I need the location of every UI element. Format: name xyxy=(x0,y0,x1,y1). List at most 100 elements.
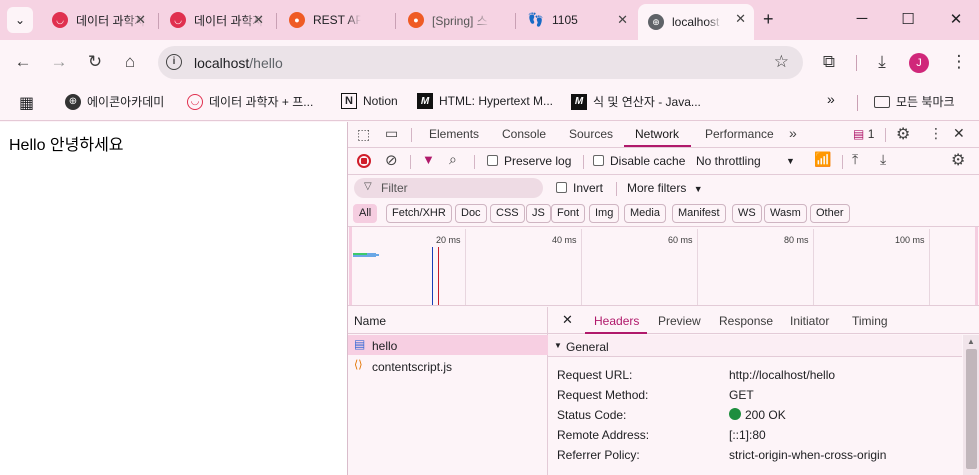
request-detail-panel: ✕ Headers Preview Response Initiator Tim… xyxy=(548,307,979,475)
tab-5[interactable]: 👣 1105 ✕ xyxy=(518,6,636,34)
timeline-overview[interactable]: 20 ms 40 ms 60 ms 80 ms 100 ms xyxy=(348,227,979,306)
tab-4[interactable]: ● [Spring] 스 xyxy=(398,6,510,34)
bookmark-5[interactable]: M 식 및 연산자 - Java... xyxy=(571,93,701,110)
header-key: Referrer Policy: xyxy=(557,448,640,462)
filter-img[interactable]: Img xyxy=(589,204,620,223)
all-bookmarks-folder[interactable]: 모든 북마크 xyxy=(874,93,955,110)
tab-preview[interactable]: Preview xyxy=(658,314,701,328)
tab-timing[interactable]: Timing xyxy=(852,314,888,328)
general-section-header[interactable]: ▼ General xyxy=(548,335,962,357)
more-filters-button[interactable]: More filters ▼ xyxy=(627,181,703,195)
address-bar[interactable]: i localhost/hello ☆ xyxy=(158,46,803,79)
scroll-up-icon[interactable]: ▲ xyxy=(967,337,975,346)
filter-manifest[interactable]: Manifest xyxy=(672,204,726,223)
filter-other[interactable]: Other xyxy=(810,204,850,223)
close-window-icon[interactable]: ✕ xyxy=(946,10,966,28)
extensions-icon[interactable]: ⧉ xyxy=(818,52,840,72)
close-detail-icon[interactable]: ✕ xyxy=(562,312,573,328)
bookmark-1[interactable]: ⊕ 에이콘아카데미 xyxy=(65,93,164,110)
network-settings-icon[interactable]: ⚙ xyxy=(951,150,965,170)
invert-checkbox[interactable]: Invert xyxy=(556,181,603,195)
minimize-icon[interactable]: ─ xyxy=(852,10,872,27)
tab-headers[interactable]: Headers xyxy=(594,314,639,328)
divider xyxy=(616,182,617,196)
back-icon[interactable]: ← xyxy=(12,52,34,72)
filter-toggle-icon[interactable]: ▼ xyxy=(422,152,435,167)
grid-line xyxy=(813,229,814,305)
inspect-element-icon[interactable]: ⬚ xyxy=(357,126,370,143)
filter-css[interactable]: CSS xyxy=(490,204,525,223)
scrollbar-thumb[interactable] xyxy=(966,349,977,469)
tab-performance[interactable]: Performance xyxy=(705,127,774,141)
clear-icon[interactable]: ⊘ xyxy=(385,151,398,169)
export-har-icon[interactable]: ⤓ xyxy=(880,151,886,168)
filter-doc[interactable]: Doc xyxy=(455,204,487,223)
preserve-log-checkbox[interactable]: Preserve log xyxy=(487,154,571,168)
tab-search-button[interactable]: ⌄ xyxy=(7,7,33,33)
tab-separator xyxy=(515,13,516,29)
filter-font[interactable]: Font xyxy=(551,204,586,223)
bookmark-4[interactable]: M HTML: Hypertext M... xyxy=(417,93,553,109)
name-column-header[interactable]: Name xyxy=(348,307,548,334)
filter-input[interactable]: ▽ Filter xyxy=(354,178,543,198)
disable-cache-checkbox[interactable]: Disable cache xyxy=(593,154,685,168)
filter-wasm[interactable]: Wasm xyxy=(764,204,807,223)
tab-2[interactable]: ◡ 데이터 과학자 + 프 ✕ xyxy=(160,6,272,34)
more-bookmarks-icon[interactable]: » xyxy=(827,91,835,107)
filter-media[interactable]: Media xyxy=(624,204,666,223)
close-icon[interactable]: ✕ xyxy=(135,12,146,28)
header-value: strict-origin-when-cross-origin xyxy=(729,448,887,462)
import-har-icon[interactable]: ⤒ xyxy=(852,151,858,168)
bookmark-3[interactable]: N Notion xyxy=(341,93,398,109)
filter-ws[interactable]: WS xyxy=(732,204,762,223)
close-icon[interactable]: ✕ xyxy=(253,12,264,28)
download-icon[interactable]: ⤓ xyxy=(871,52,893,72)
settings-icon[interactable]: ⚙ xyxy=(896,124,910,144)
apps-icon[interactable]: ▦ xyxy=(19,93,34,113)
tab-1[interactable]: ◡ 데이터 과학자 + 프 ✕ xyxy=(42,6,154,34)
close-icon[interactable]: ✕ xyxy=(617,12,628,28)
filter-all[interactable]: All xyxy=(353,204,378,223)
site-info-icon[interactable]: i xyxy=(166,54,182,70)
bookmark-star-icon[interactable]: ☆ xyxy=(774,52,789,72)
tab-console[interactable]: Console xyxy=(502,127,546,141)
close-devtools-icon[interactable]: ✕ xyxy=(953,125,965,142)
avatar[interactable]: J xyxy=(909,53,929,73)
request-row-hello[interactable]: ▤ hello xyxy=(348,335,548,355)
more-tabs-icon[interactable]: » xyxy=(789,125,797,141)
throttling-select[interactable]: No throttling ▼ xyxy=(696,154,796,168)
maximize-icon[interactable]: ☐ xyxy=(898,10,918,28)
forward-icon[interactable]: → xyxy=(48,52,70,72)
tab-response[interactable]: Response xyxy=(719,314,773,328)
header-value: GET xyxy=(729,388,754,402)
search-icon[interactable]: ⌕ xyxy=(449,151,457,168)
triangle-down-icon: ▼ xyxy=(554,341,562,350)
new-tab-button[interactable]: + xyxy=(763,9,774,30)
filter-fetch-xhr[interactable]: Fetch/XHR xyxy=(386,204,452,223)
scrollbar-track[interactable]: ▲ xyxy=(963,335,979,475)
close-icon[interactable]: ✕ xyxy=(735,11,746,27)
url-text[interactable]: localhost/hello xyxy=(194,55,283,71)
request-row-contentscript[interactable]: ⟨⟩ contentscript.js xyxy=(348,356,548,376)
home-icon[interactable]: ⌂ xyxy=(119,52,141,72)
tab-active[interactable]: ⊕ localhost ✕ xyxy=(638,4,754,40)
network-conditions-icon[interactable]: 📶 xyxy=(814,151,831,168)
menu-icon[interactable]: ⋮ xyxy=(948,52,970,72)
tab-sources[interactable]: Sources xyxy=(569,127,613,141)
filter-js[interactable]: JS xyxy=(526,204,551,223)
kebab-menu-icon[interactable]: ⋮ xyxy=(929,125,943,142)
dropdown-arrow-icon: ▼ xyxy=(786,156,795,166)
timeline-right-handle[interactable] xyxy=(975,227,978,305)
tab-elements[interactable]: Elements xyxy=(429,127,479,141)
tab-network[interactable]: Network xyxy=(635,127,679,141)
checkbox-icon xyxy=(556,182,567,193)
tab-initiator[interactable]: Initiator xyxy=(790,314,829,328)
browser-toolbar: ← → ↻ ⌂ i localhost/hello ☆ ⧉ ⤓ J ⋮ xyxy=(0,40,979,85)
bookmark-2[interactable]: ◡ 데이터 과학자 + 프... xyxy=(187,93,313,110)
issues-badge[interactable]: ▤ 1 xyxy=(853,127,874,141)
record-icon[interactable] xyxy=(357,154,371,168)
reload-icon[interactable]: ↻ xyxy=(84,52,106,72)
tab-3[interactable]: ● REST API xyxy=(279,6,391,34)
device-toolbar-icon[interactable]: ▭ xyxy=(385,125,398,142)
timeline-left-handle[interactable] xyxy=(349,227,352,305)
